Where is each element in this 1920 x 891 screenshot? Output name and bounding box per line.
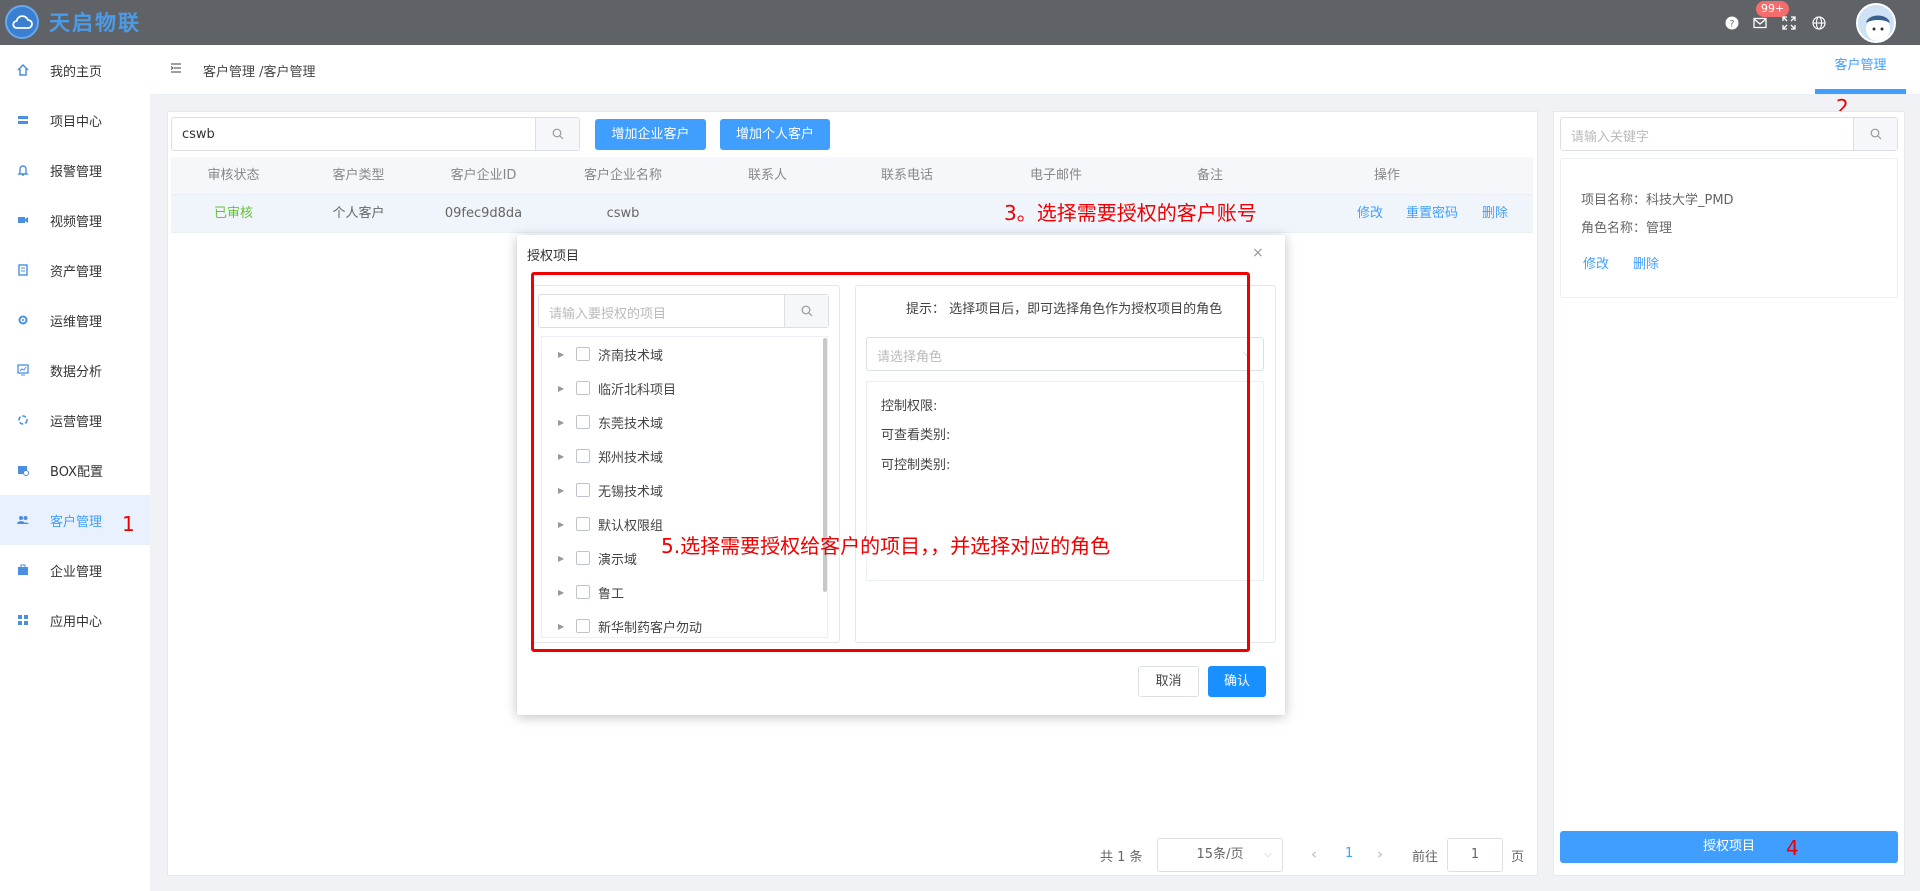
tree-node-label: 新华制药客户勿动 (598, 620, 703, 636)
tree-node-label: 济南技术域 (598, 348, 664, 364)
checkbox[interactable] (576, 619, 590, 633)
project-tree: ▶ 济南技术域 ▶ 临沂北科项目 ▶ 东莞技术域 ▶ 郑州技术域 ▶ 无锡技术域 ▶ 默认权… (541, 336, 828, 638)
checkbox[interactable] (576, 347, 590, 361)
mail-icon[interactable] (1752, 15, 1768, 31)
search-icon[interactable] (784, 295, 828, 327)
checkbox[interactable] (576, 381, 590, 395)
checkbox[interactable] (576, 517, 590, 531)
cancel-button[interactable]: 取消 (1138, 666, 1199, 697)
caret-right-icon[interactable]: ▶ (558, 384, 564, 393)
user-avatar[interactable] (1856, 3, 1896, 43)
help-icon[interactable]: ? (1724, 15, 1740, 31)
caret-right-icon[interactable]: ▶ (558, 520, 564, 529)
fullscreen-icon[interactable] (1781, 15, 1797, 31)
tree-node-label: 鲁工 (598, 586, 625, 602)
project-search-placeholder: 请输入要授权的项目 (549, 307, 667, 322)
tree-node-label: 无锡技术域 (598, 484, 664, 500)
tree-node-label: 郑州技术域 (598, 450, 664, 466)
caret-right-icon[interactable]: ▶ (558, 588, 564, 597)
control-permission-label: 控制权限: (881, 399, 938, 414)
tree-node[interactable]: ▶ 东莞技术域 (542, 405, 822, 439)
checkbox[interactable] (576, 449, 590, 463)
tree-node-label: 临沂北科项目 (598, 382, 677, 398)
project-search[interactable]: 请输入要授权的项目 (538, 294, 829, 328)
tree-node[interactable]: ▶ 鲁工 (542, 575, 822, 609)
caret-right-icon[interactable]: ▶ (558, 486, 564, 495)
checkbox[interactable] (576, 551, 590, 565)
viewable-categories-label: 可查看类别: (881, 428, 951, 443)
tree-node[interactable]: ▶ 郑州技术域 (542, 439, 822, 473)
caret-right-icon[interactable]: ▶ (558, 418, 564, 427)
app-logo[interactable]: 天启物联 (5, 5, 141, 39)
checkbox[interactable] (576, 483, 590, 497)
dialog-title: 授权项目 (527, 249, 580, 264)
top-bar: 天启物联 ? 99+ (0, 0, 1920, 45)
caret-right-icon[interactable]: ▶ (558, 350, 564, 359)
controllable-categories-label: 可控制类别: (881, 458, 951, 473)
globe-icon[interactable] (1811, 15, 1827, 31)
tree-node-label: 默认权限组 (598, 518, 664, 534)
checkbox[interactable] (576, 415, 590, 429)
annotation-step-5: 5.选择需要授权给客户的项目，，并选择对应的角色 (661, 534, 1111, 558)
tree-node[interactable]: ▶ 无锡技术域 (542, 473, 822, 507)
confirm-button[interactable]: 确认 (1208, 666, 1266, 697)
role-select-placeholder: 请选择角色 (877, 350, 943, 365)
cloud-logo-icon (5, 5, 39, 39)
hint-text: 提示： 选择项目后，即可选择角色作为授权项目的角色 (906, 302, 1223, 317)
tree-node-label: 东莞技术域 (598, 416, 664, 432)
tree-node[interactable]: ▶ 新华制药客户勿动 (542, 609, 822, 637)
checkbox[interactable] (576, 585, 590, 599)
svg-text:?: ? (1730, 20, 1735, 30)
tree-node[interactable]: ▶ 济南技术域 (542, 337, 822, 371)
chevron-down-icon: ⌵ (1242, 346, 1251, 359)
role-select[interactable]: 请选择角色 ⌵ (866, 337, 1264, 371)
caret-right-icon[interactable]: ▶ (558, 622, 564, 631)
caret-right-icon[interactable]: ▶ (558, 554, 564, 563)
caret-right-icon[interactable]: ▶ (558, 452, 564, 461)
tree-node-label: 演示域 (598, 552, 638, 568)
app-title: 天启物联 (49, 11, 141, 35)
tree-node[interactable]: ▶ 临沂北科项目 (542, 371, 822, 405)
close-icon[interactable]: × (1252, 245, 1264, 261)
